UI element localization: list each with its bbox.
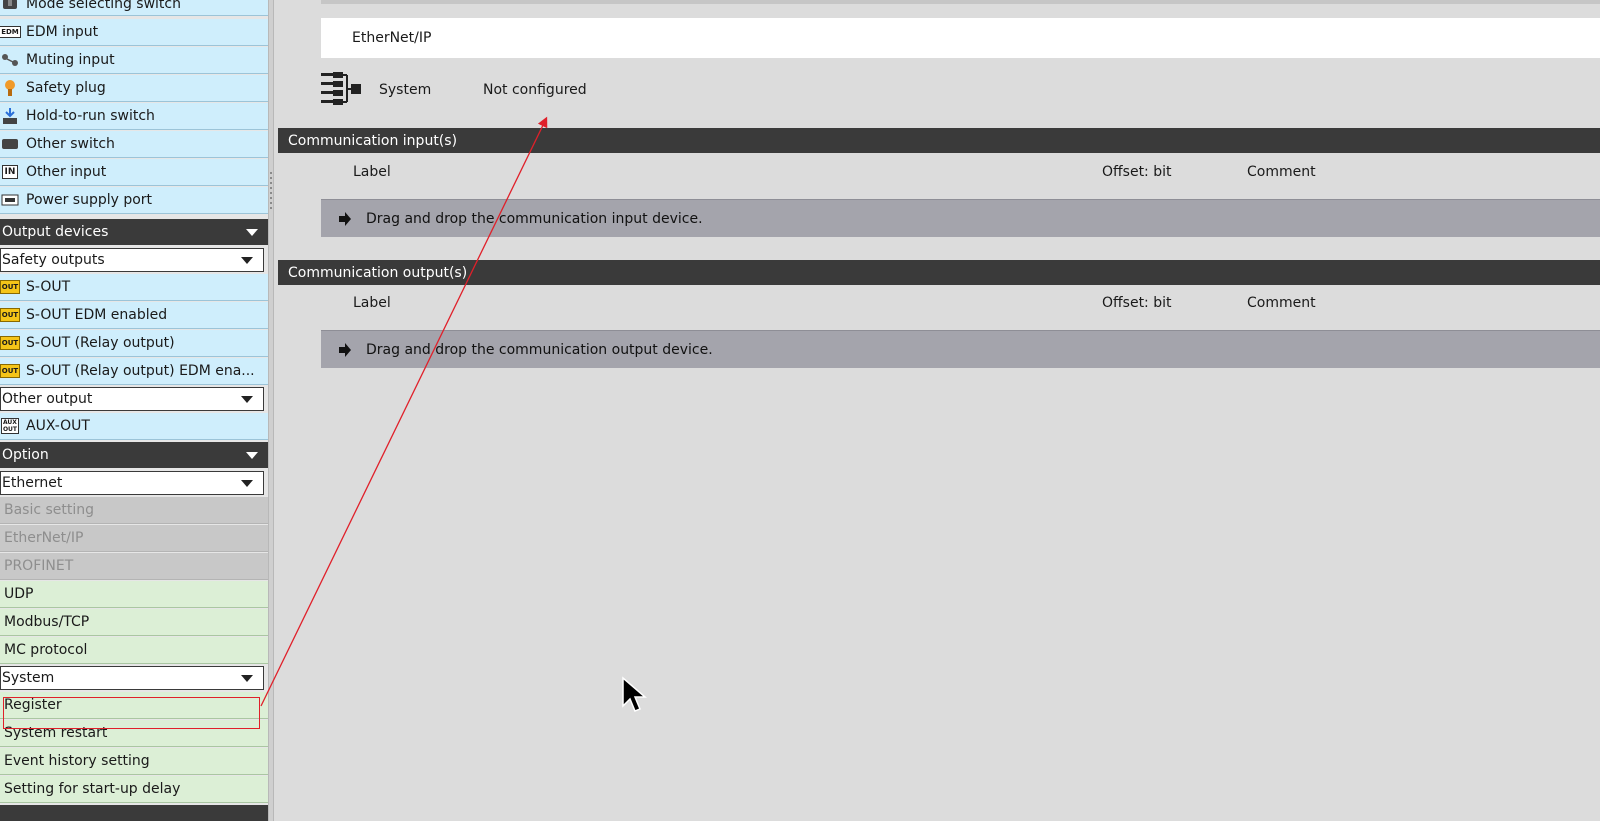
- palette-item-mode-selecting-switch[interactable]: Mode selecting switch: [0, 0, 268, 16]
- system-status-value: Not configured: [483, 82, 587, 98]
- column-label: Label: [353, 295, 391, 311]
- hold-to-run-icon: [0, 107, 20, 125]
- relay-out-icon: OUT: [0, 362, 21, 380]
- edm-icon: EDM: [0, 26, 21, 38]
- palette-item-label: Muting input: [26, 52, 115, 68]
- palette-item-s-out[interactable]: OUT S-OUT: [0, 274, 268, 301]
- out-icon: OUT: [0, 306, 21, 324]
- ethernet-ip-title-box: EtherNet/IP: [321, 18, 1600, 58]
- switch-icon: [0, 135, 20, 153]
- palette-item-label: EDM input: [26, 24, 99, 40]
- device-palette-panel: Mode selecting switch EDM EDM input Muti…: [0, 0, 268, 821]
- arrow-right-icon: [339, 342, 351, 357]
- muting-sensor-icon: [0, 51, 20, 69]
- palette-item-s-out-relay-edm[interactable]: OUT S-OUT (Relay output) EDM ena...: [0, 358, 268, 385]
- network-system-icon: [321, 72, 361, 105]
- option-item-system-restart[interactable]: System restart: [0, 720, 268, 747]
- chevron-down-icon: [241, 480, 253, 487]
- option-item-udp[interactable]: UDP: [0, 581, 268, 608]
- collapse-triangle-icon: [246, 229, 258, 236]
- splitter-grip[interactable]: [270, 172, 272, 212]
- system-label: System: [379, 82, 432, 98]
- chevron-down-icon: [241, 396, 253, 403]
- palette-item-aux-out[interactable]: AUX OUT AUX-OUT: [0, 413, 268, 440]
- communication-inputs-columns: Label Offset: bit Comment: [274, 161, 1600, 185]
- main-editor-area: EtherNet/IP System Not configured Commun…: [274, 0, 1600, 821]
- ethernet-ip-title: EtherNet/IP: [352, 30, 432, 46]
- palette-item-safety-plug[interactable]: Safety plug: [0, 75, 268, 102]
- communication-outputs-columns: Label Offset: bit Comment: [274, 292, 1600, 316]
- top-strip: [321, 0, 1600, 4]
- communication-inputs-header: Communication input(s): [278, 128, 1600, 153]
- relay-out-icon: OUT: [0, 334, 21, 352]
- palette-item-label: Other input: [26, 164, 107, 180]
- ethernet-dropdown[interactable]: Ethernet: [0, 471, 264, 495]
- aux-out-icon: AUX OUT: [0, 418, 20, 434]
- option-header[interactable]: Option: [0, 442, 268, 468]
- palette-item-label: S-OUT (Relay output) EDM ena...: [26, 363, 255, 379]
- palette-item-label: AUX-OUT: [26, 418, 90, 434]
- other-input-icon: IN: [0, 163, 20, 181]
- palette-item-hold-to-run-switch[interactable]: Hold-to-run switch: [0, 103, 268, 130]
- other-output-dropdown[interactable]: Other output: [0, 387, 264, 411]
- out-icon: OUT: [0, 278, 21, 296]
- palette-item-label: Safety plug: [26, 80, 106, 96]
- palette-item-s-out-edm-enabled[interactable]: OUT S-OUT EDM enabled: [0, 302, 268, 329]
- palette-item-label: Mode selecting switch: [26, 0, 181, 12]
- option-item-basic-setting: Basic setting: [0, 497, 268, 524]
- option-item-event-history-setting[interactable]: Event history setting: [0, 748, 268, 775]
- safety-outputs-dropdown[interactable]: Safety outputs: [0, 248, 264, 272]
- option-item-modbus-tcp[interactable]: Modbus/TCP: [0, 609, 268, 636]
- power-port-icon: [0, 191, 20, 209]
- column-offset-bit: Offset: bit: [1102, 295, 1172, 311]
- palette-item-label: S-OUT (Relay output): [26, 335, 175, 351]
- column-comment: Comment: [1247, 164, 1316, 180]
- palette-item-edm-input[interactable]: EDM EDM input: [0, 19, 268, 46]
- communication-input-drop-zone[interactable]: Drag and drop the communication input de…: [321, 199, 1600, 237]
- output-devices-header[interactable]: Output devices: [0, 219, 268, 245]
- palette-item-label: Other switch: [26, 136, 115, 152]
- option-item-profinet: PROFINET: [0, 553, 268, 580]
- system-status-row: System Not configured: [321, 72, 1600, 112]
- option-item-ethernet-ip: EtherNet/IP: [0, 525, 268, 552]
- chevron-down-icon: [241, 675, 253, 682]
- next-section-header[interactable]: [0, 805, 268, 821]
- system-dropdown[interactable]: System: [0, 666, 264, 690]
- collapse-triangle-icon: [246, 452, 258, 459]
- palette-item-muting-input[interactable]: Muting input: [0, 47, 268, 74]
- selector-switch-icon: [0, 0, 20, 13]
- communication-outputs-header: Communication output(s): [278, 260, 1600, 285]
- option-item-register[interactable]: Register: [0, 692, 268, 719]
- palette-item-s-out-relay[interactable]: OUT S-OUT (Relay output): [0, 330, 268, 357]
- option-item-mc-protocol[interactable]: MC protocol: [0, 637, 268, 664]
- safety-plug-icon: [0, 79, 20, 97]
- column-label: Label: [353, 164, 391, 180]
- column-offset-bit: Offset: bit: [1102, 164, 1172, 180]
- chevron-down-icon: [241, 257, 253, 264]
- communication-output-drop-zone[interactable]: Drag and drop the communication output d…: [321, 330, 1600, 368]
- option-item-startup-delay[interactable]: Setting for start-up delay: [0, 776, 268, 803]
- column-comment: Comment: [1247, 295, 1316, 311]
- palette-item-label: Hold-to-run switch: [26, 108, 155, 124]
- palette-item-power-supply-port[interactable]: Power supply port: [0, 187, 268, 214]
- palette-item-label: Power supply port: [26, 192, 153, 208]
- arrow-right-icon: [339, 211, 351, 226]
- palette-item-other-input[interactable]: IN Other input: [0, 159, 268, 186]
- palette-item-label: S-OUT EDM enabled: [26, 307, 168, 323]
- palette-item-other-switch[interactable]: Other switch: [0, 131, 268, 158]
- mouse-cursor-icon: [622, 676, 647, 712]
- palette-item-label: S-OUT: [26, 279, 71, 295]
